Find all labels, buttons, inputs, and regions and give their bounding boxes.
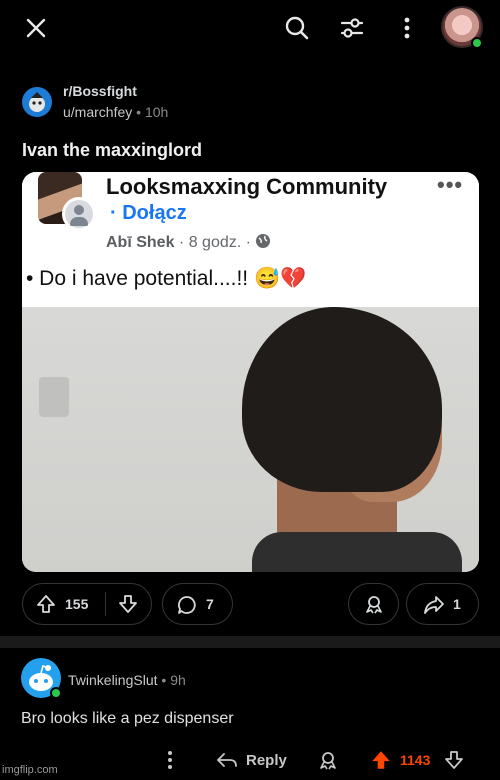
share-count: 1 (453, 596, 461, 612)
wall-fixture (39, 377, 69, 417)
fb-author: Abī Shek (106, 234, 175, 251)
join-prefix: · (110, 202, 117, 224)
vote-group: 155 (22, 583, 152, 625)
more-vertical-icon (168, 751, 172, 769)
award-icon (320, 752, 336, 770)
comment-score: 1143 (400, 752, 431, 768)
fb-meta-separator-2: · (245, 234, 251, 251)
fb-time: 8 godz. (188, 234, 242, 251)
fb-post-text: • Do i have potential....!! 😅💔 (26, 267, 307, 290)
comment-author-line: TwinkelingSlut • 9h (68, 672, 186, 688)
comment-button[interactable]: 7 (162, 583, 233, 625)
comment-upvote-button[interactable]: 1143 (370, 746, 430, 774)
subreddit-name[interactable]: r/Bossfight (63, 83, 137, 99)
default-user-icon (62, 197, 96, 231)
globe-icon (256, 234, 271, 248)
reply-button[interactable]: Reply (216, 746, 287, 774)
comment-icon (176, 594, 198, 616)
comment-age: 9h (170, 672, 186, 688)
separator-dot: • (136, 104, 142, 120)
profile-photo (22, 307, 479, 572)
watermark: imgflip.com (2, 764, 58, 776)
post-title[interactable]: Ivan the maxxinglord (22, 140, 202, 161)
share-button[interactable]: 1 (406, 583, 479, 625)
reply-label: Reply (246, 751, 287, 769)
award-icon (364, 594, 384, 614)
more-horizontal-icon: ••• (437, 172, 464, 197)
subreddit-avatar[interactable] (22, 87, 52, 117)
top-bar (0, 0, 500, 60)
award-button[interactable] (348, 583, 399, 625)
downvote-icon[interactable] (117, 593, 139, 615)
join-label: Dołącz (122, 202, 187, 224)
downvote-icon (445, 751, 463, 769)
reply-icon (217, 753, 237, 767)
comment-text: Bro looks like a pez dispenser (21, 710, 234, 727)
online-status-dot (471, 37, 483, 49)
upvote-count: 155 (65, 596, 89, 612)
shirt-shape (252, 532, 462, 572)
fb-meta-line: Abī Shek · 8 godz. · (106, 233, 271, 252)
post-author-line: u/marchfey • 10h (63, 104, 168, 120)
comment-award-button[interactable] (318, 746, 338, 774)
share-icon (423, 594, 445, 616)
search-icon[interactable] (283, 14, 311, 42)
group-name: Looksmaxxing Community (106, 174, 388, 199)
comment-author[interactable]: TwinkelingSlut (68, 672, 158, 688)
filter-icon[interactable] (338, 14, 366, 42)
post-image[interactable]: Looksmaxxing Community ••• · Dołącz Abī … (22, 172, 479, 572)
post-age: 10h (144, 104, 169, 120)
comment-more-button[interactable] (166, 746, 174, 774)
post-author[interactable]: u/marchfey (63, 104, 132, 120)
separator-dot: • (161, 672, 167, 688)
upvote-filled-icon (372, 751, 390, 769)
section-separator (0, 636, 500, 648)
facebook-post-header: Looksmaxxing Community ••• · Dołącz Abī … (22, 172, 479, 307)
vote-divider (105, 592, 106, 616)
commenter-online-dot (50, 687, 62, 699)
fb-meta-separator: · (178, 234, 185, 251)
hair-shape (242, 307, 442, 492)
comment-downvote-button[interactable] (444, 746, 464, 774)
comment-count: 7 (206, 596, 214, 612)
upvote-icon[interactable] (35, 593, 57, 615)
join-link: · Dołącz (110, 202, 187, 225)
close-icon[interactable] (22, 14, 50, 42)
more-vertical-icon[interactable] (393, 14, 421, 42)
